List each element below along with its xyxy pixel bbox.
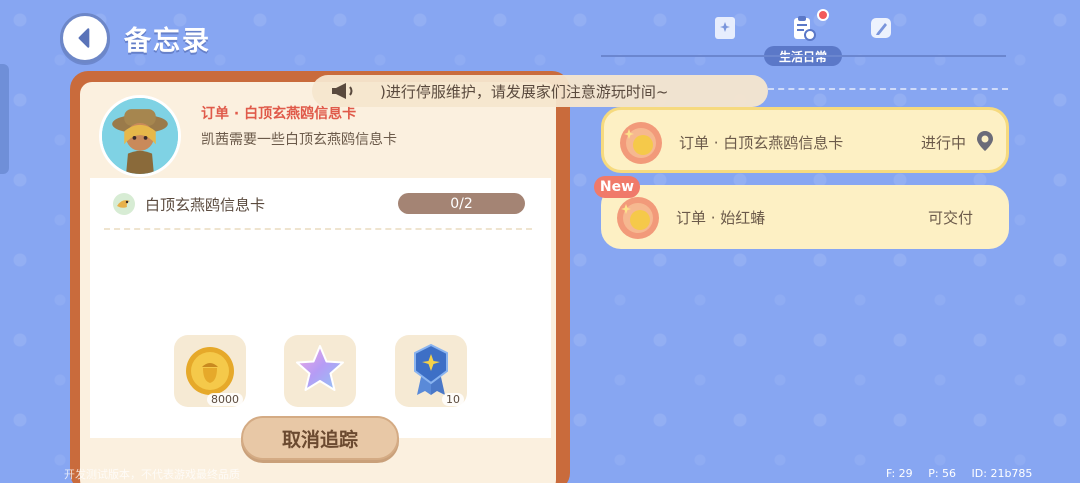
order-coin-icon	[617, 197, 659, 239]
order-name: 订单 · 始红蝽	[676, 209, 766, 227]
build-notice: 开发测试版本，不代表游戏最终品质	[64, 468, 240, 481]
requirement-item-name: 白顶玄燕鸥信息卡	[145, 196, 266, 214]
cancel-tracking-button[interactable]: 取消追踪	[241, 416, 399, 460]
order-detail-description: 凯茜需要一些白顶玄燕鸥信息卡	[201, 132, 397, 148]
debug-stats: F: 29 P: 56 ID: 21b785	[886, 467, 1044, 480]
order-list-item[interactable]: 订单 · 白顶玄燕鸥信息卡 进行中	[601, 107, 1009, 173]
tab-notes[interactable]	[863, 10, 899, 46]
requirement-progress: 0/2	[398, 193, 525, 214]
reward-count: 8000	[207, 393, 243, 406]
order-name: 订单 · 白顶玄燕鸥信息卡	[679, 134, 844, 152]
tab-divider	[601, 55, 1006, 57]
order-status: 可交付	[927, 209, 973, 227]
medal-badge-icon	[414, 343, 448, 395]
requirement-divider	[104, 228, 532, 230]
tab-collection[interactable]	[707, 10, 743, 46]
location-pin-icon	[977, 131, 993, 151]
player-id: ID: 21b785	[971, 467, 1033, 480]
npc-avatar	[99, 95, 181, 177]
back-arrow-icon	[78, 28, 90, 48]
tern-bird-icon	[113, 193, 135, 215]
reward-item-medal[interactable]: 10	[395, 335, 467, 407]
ping-stat: P: 56	[928, 467, 957, 480]
book-sparkle-icon	[715, 17, 735, 39]
announcement-text: )进行停服维护，请发展家们注意游玩时间~	[380, 83, 669, 101]
notification-dot	[817, 9, 829, 21]
star-icon	[296, 345, 344, 391]
announcement-banner: )进行停服维护，请发展家们注意游玩时间~	[312, 75, 768, 107]
reward-item-coins[interactable]: 8000	[174, 335, 246, 407]
megaphone-icon	[332, 83, 353, 99]
order-status: 进行中	[920, 134, 966, 152]
side-drawer-handle[interactable]	[0, 64, 9, 174]
dashed-divider	[768, 88, 1008, 90]
reward-count: 10	[442, 393, 464, 406]
pencil-note-icon	[871, 18, 891, 38]
new-badge: New	[594, 176, 640, 198]
order-coin-icon	[620, 122, 662, 164]
tab-daily-life[interactable]	[785, 10, 821, 46]
acorn-coin-icon	[186, 347, 234, 395]
back-button[interactable]	[60, 13, 110, 63]
reward-item-star[interactable]	[284, 335, 356, 407]
fps-stat: F: 29	[886, 467, 913, 480]
page-title: 备忘录	[124, 26, 211, 57]
clipboard-icon	[794, 16, 816, 41]
order-list-item[interactable]: 订单 · 始红蝽 可交付	[601, 185, 1009, 249]
